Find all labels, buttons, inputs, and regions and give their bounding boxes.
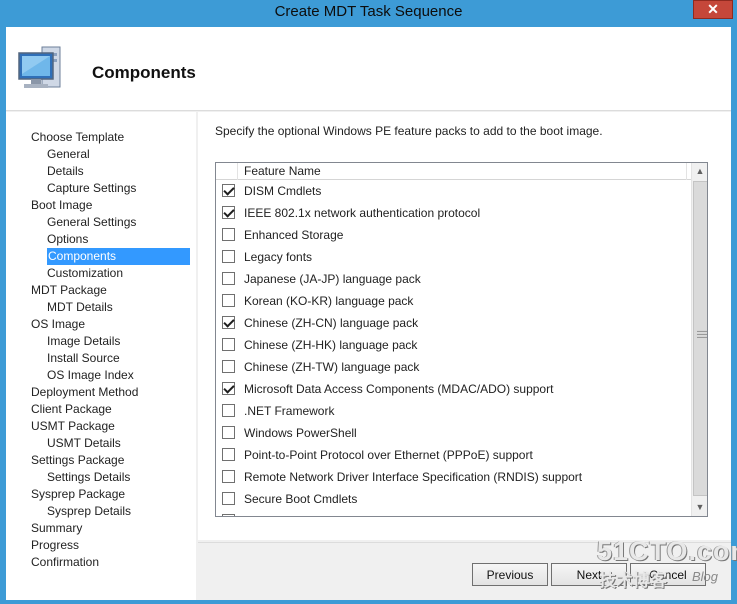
feature-label: .NET Framework — [244, 404, 335, 418]
nav-step-client-package[interactable]: Client Package — [31, 401, 112, 418]
nav-step-components[interactable]: Components — [47, 248, 190, 265]
feature-label: Remote Network Driver Interface Specific… — [244, 470, 583, 484]
feature-label: Chinese (ZH-CN) language pack — [244, 316, 419, 330]
feature-checkbox[interactable] — [222, 228, 235, 241]
title-bar: Create MDT Task Sequence ✕ — [0, 0, 737, 27]
list-item[interactable]: Chinese (ZH-CN) language pack — [216, 312, 691, 334]
nav-step-settings-package[interactable]: Settings Package — [31, 452, 124, 469]
nav-step-os-image-index[interactable]: OS Image Index — [47, 367, 134, 384]
list-item[interactable]: Windows PowerShell — [216, 422, 691, 444]
list-header: Feature Name — [216, 163, 691, 180]
feature-checkbox[interactable] — [222, 294, 235, 307]
list-item[interactable]: IEEE 802.1x network authentication proto… — [216, 202, 691, 224]
list-item[interactable]: Chinese (ZH-HK) language pack — [216, 334, 691, 356]
page-title: Components — [92, 63, 196, 82]
nav-step-usmt-details[interactable]: USMT Details — [47, 435, 121, 452]
footer-divider — [198, 542, 731, 543]
feature-checkbox[interactable] — [222, 426, 235, 439]
wizard-header: Components — [6, 27, 731, 111]
close-icon: ✕ — [707, 1, 719, 17]
feature-label: IEEE 802.1x network authentication proto… — [244, 206, 481, 220]
scrollbar-thumb[interactable]: — — — — [693, 181, 707, 496]
list-item[interactable]: Point-to-Point Protocol over Ethernet (P… — [216, 444, 691, 466]
feature-pack-list[interactable]: Feature Name DISM Cmdlets IEEE 802.1x net… — [215, 162, 708, 517]
close-button[interactable]: ✕ — [693, 0, 733, 19]
list-item[interactable]: Remote Network Driver Interface Specific… — [216, 466, 691, 488]
previous-button[interactable]: Previous — [472, 563, 548, 586]
header-checkbox-column — [216, 163, 238, 180]
next-button[interactable]: Next — [551, 563, 627, 586]
nav-step-image-details[interactable]: Image Details — [47, 333, 120, 350]
feature-label: Chinese (ZH-HK) language pack — [244, 338, 418, 352]
cancel-button[interactable]: Cancel — [630, 563, 706, 586]
feature-checkbox[interactable] — [222, 448, 235, 461]
scroll-up-arrow-icon[interactable]: ▲ — [692, 163, 707, 180]
feature-checkbox[interactable] — [222, 206, 235, 219]
list-item[interactable]: Microsoft Data Access Components (MDAC/A… — [216, 378, 691, 400]
nav-step-options[interactable]: Options — [47, 231, 88, 248]
grip-icon: — — — — [697, 326, 707, 343]
list-item[interactable]: Enhanced Storage — [216, 224, 691, 246]
feature-label: Point-to-Point Protocol over Ethernet (P… — [244, 448, 533, 462]
list-item[interactable]: .NET Framework — [216, 400, 691, 422]
feature-label: Secure Boot Cmdlets — [244, 492, 358, 506]
feature-label: Japanese (JA-JP) language pack — [244, 272, 421, 286]
nav-step-usmt-package[interactable]: USMT Package — [31, 418, 115, 435]
nav-step-deployment-method[interactable]: Deployment Method — [31, 384, 138, 401]
feature-checkbox[interactable] — [222, 184, 235, 197]
nav-step-capture-settings[interactable]: Capture Settings — [47, 180, 136, 197]
nav-step-progress[interactable]: Progress — [31, 537, 79, 554]
nav-step-summary[interactable]: Summary — [31, 520, 82, 537]
content-pane: Specify the optional Windows PE feature … — [198, 112, 731, 540]
feature-label: Windows PowerShell — [244, 426, 357, 440]
nav-step-mdt-details[interactable]: MDT Details — [47, 299, 113, 316]
feature-checkbox[interactable] — [222, 382, 235, 395]
list-item[interactable]: Chinese (ZH-TW) language pack — [216, 356, 691, 378]
header-divider — [686, 163, 687, 180]
nav-step-choose-template[interactable]: Choose Template — [31, 129, 124, 146]
instruction-text: Specify the optional Windows PE feature … — [215, 124, 603, 138]
feature-checkbox[interactable] — [222, 492, 235, 505]
list-item[interactable] — [216, 510, 691, 516]
nav-step-sysprep-details[interactable]: Sysprep Details — [47, 503, 131, 520]
feature-checkbox[interactable] — [222, 272, 235, 285]
nav-step-boot-image[interactable]: Boot Image — [31, 197, 92, 214]
list-item[interactable]: Legacy fonts — [216, 246, 691, 268]
computer-monitor-icon — [18, 46, 61, 88]
list-item[interactable]: DISM Cmdlets — [216, 180, 691, 202]
feature-checkbox[interactable] — [222, 470, 235, 483]
wizard-step-list: Choose Template General Details Capture Set… — [6, 112, 196, 600]
scroll-down-arrow-icon[interactable]: ▼ — [692, 499, 707, 516]
feature-checkbox[interactable] — [222, 316, 235, 329]
nav-step-install-source[interactable]: Install Source — [47, 350, 120, 367]
feature-checkbox[interactable] — [222, 360, 235, 373]
window-title: Create MDT Task Sequence — [274, 3, 463, 20]
list-item[interactable]: Korean (KO-KR) language pack — [216, 290, 691, 312]
nav-step-confirmation[interactable]: Confirmation — [31, 554, 99, 571]
nav-step-general-settings[interactable]: General Settings — [47, 214, 136, 231]
nav-step-settings-details[interactable]: Settings Details — [47, 469, 130, 486]
wizard-client-area: Components Choose Template General Details… — [6, 27, 731, 600]
feature-label: Korean (KO-KR) language pack — [244, 294, 414, 308]
nav-step-general[interactable]: General — [47, 146, 90, 163]
list-item[interactable]: Secure Boot Cmdlets — [216, 488, 691, 510]
nav-step-customization[interactable]: Customization — [47, 265, 123, 282]
feature-label: DISM Cmdlets — [244, 184, 322, 198]
vertical-scrollbar[interactable]: ▲ — — — ▼ — [691, 163, 707, 516]
feature-checkbox[interactable] — [222, 404, 235, 417]
list-item[interactable]: Japanese (JA-JP) language pack — [216, 268, 691, 290]
feature-label: Legacy fonts — [244, 250, 313, 264]
nav-step-details[interactable]: Details — [47, 163, 84, 180]
feature-label: Enhanced Storage — [244, 228, 344, 242]
feature-checkbox[interactable] — [222, 338, 235, 351]
feature-label: Microsoft Data Access Components (MDAC/A… — [244, 382, 554, 396]
column-header-feature-name[interactable]: Feature Name — [244, 164, 321, 178]
nav-step-sysprep-package[interactable]: Sysprep Package — [31, 486, 125, 503]
feature-checkbox[interactable] — [222, 514, 235, 516]
feature-checkbox[interactable] — [222, 250, 235, 263]
nav-step-mdt-package[interactable]: MDT Package — [31, 282, 107, 299]
nav-step-os-image[interactable]: OS Image — [31, 316, 85, 333]
feature-label: Chinese (ZH-TW) language pack — [244, 360, 420, 374]
